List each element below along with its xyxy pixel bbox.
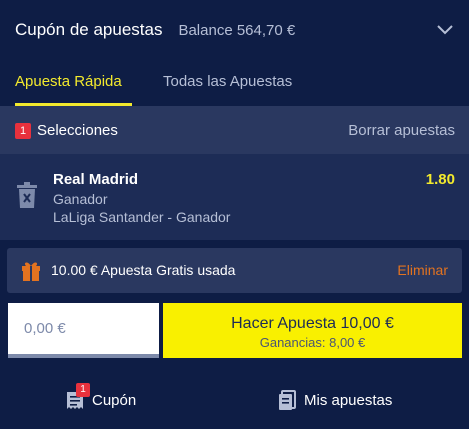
- bet-team-name: Real Madrid: [53, 171, 139, 188]
- footer-nav: 1 Cupón Mis apuestas: [0, 372, 469, 429]
- betslip-tabs: Apuesta Rápida Todas las Apuestas: [0, 60, 469, 106]
- betslip-header[interactable]: Cupón de apuestas Balance 564,70 €: [0, 0, 469, 60]
- tab-all-bets[interactable]: Todas las Apuestas: [163, 73, 292, 90]
- betslip-title: Cupón de apuestas: [15, 20, 163, 39]
- selections-label: Selecciones: [37, 122, 118, 139]
- selections-count-badge: 1: [15, 123, 31, 139]
- footer-tab-my-bets[interactable]: Mis apuestas: [276, 388, 392, 412]
- footer-my-bets-label: Mis apuestas: [304, 391, 393, 409]
- tab-quick-bet[interactable]: Apuesta Rápida: [15, 73, 122, 90]
- coupon-icon: 1: [64, 383, 90, 411]
- selections-bar: 1 Selecciones Borrar apuestas: [0, 106, 469, 154]
- gift-icon: [22, 262, 40, 281]
- place-bet-button[interactable]: Hacer Apuesta 10,00 € Ganancias: 8,00 €: [163, 303, 462, 358]
- footer-tab-coupon[interactable]: 1 Cupón: [64, 383, 137, 412]
- trash-icon[interactable]: [16, 182, 38, 208]
- bet-selection: Real Madrid Ganador LaLiga Santander - G…: [0, 154, 469, 240]
- free-bet-banner: 10.00 € Apuesta Gratis usada Eliminar: [7, 248, 462, 293]
- remove-free-bet-button[interactable]: Eliminar: [397, 262, 448, 278]
- footer-coupon-label: Cupón: [92, 391, 137, 409]
- coupon-count-badge: 1: [76, 383, 90, 397]
- bet-market: Ganador: [53, 191, 108, 207]
- balance-display: Balance 564,70 €: [178, 21, 296, 39]
- clear-bets-button[interactable]: Borrar apuestas: [348, 122, 455, 139]
- my-bets-icon: [276, 389, 298, 411]
- stake-input[interactable]: [8, 303, 159, 358]
- bet-odds: 1.80: [425, 171, 455, 188]
- chevron-down-icon[interactable]: [436, 22, 454, 36]
- potential-winnings: Ganancias: 8,00 €: [259, 335, 366, 350]
- free-bet-text: 10.00 € Apuesta Gratis usada: [51, 262, 236, 278]
- bet-league: LaLiga Santander - Ganador: [53, 209, 231, 225]
- place-bet-label: Hacer Apuesta 10,00 €: [231, 315, 394, 332]
